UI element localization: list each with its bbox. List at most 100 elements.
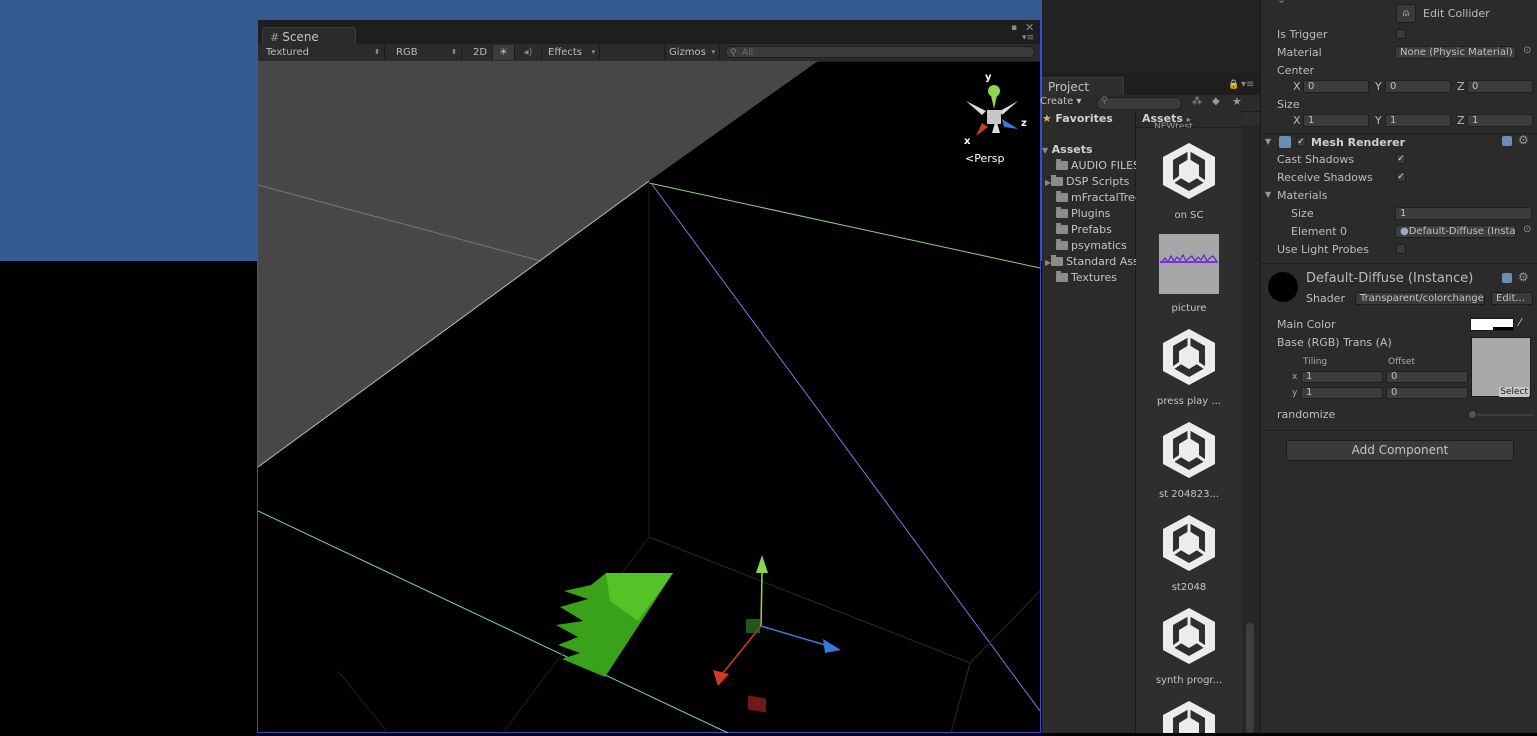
gear-icon[interactable]: ⚙: [1518, 270, 1529, 284]
tiling-x-field[interactable]: 1: [1301, 371, 1383, 383]
asset-item[interactable]: picture: [1149, 234, 1229, 314]
center-z-field[interactable]: 0: [1467, 80, 1533, 93]
lighting-toggle[interactable]: ☀: [493, 45, 515, 60]
unity-scene-icon: [1163, 515, 1215, 571]
plane-handle-xz[interactable]: [748, 695, 766, 713]
favorites-header[interactable]: ★ Favorites: [1042, 111, 1135, 127]
center-x-field[interactable]: 0: [1303, 80, 1369, 93]
asset-item[interactable]: st2048: [1149, 513, 1229, 593]
center-y-value: 0: [1390, 81, 1397, 92]
folder-item[interactable]: ▶Standard Assets: [1042, 254, 1138, 270]
asset-item[interactable]: synth progr...: [1149, 606, 1229, 686]
foldout-arrow-icon[interactable]: ▼: [1265, 137, 1271, 146]
render-mode-dropdown[interactable]: Textured ⬍: [262, 45, 385, 60]
size-y-value: 1: [1390, 115, 1397, 126]
object-picker-icon[interactable]: ⊙: [1523, 45, 1531, 56]
folder-icon: [1051, 175, 1064, 186]
add-component-button[interactable]: Add Component: [1286, 440, 1514, 461]
offset-x-field[interactable]: 0: [1386, 371, 1468, 383]
project-scrollbar[interactable]: [1242, 125, 1260, 733]
scene-tab-bar: # Scene ▪ ✕ ▾≡: [258, 20, 1040, 45]
tiling-x-value: 1: [1306, 371, 1313, 382]
help-book-icon[interactable]: [1502, 273, 1512, 283]
scene-viewport[interactable]: y x z <Persp: [257, 61, 1041, 734]
effects-dropdown[interactable]: Effects ▾: [544, 45, 600, 60]
filter-label-icon[interactable]: ◆: [1212, 96, 1220, 107]
texture-slot[interactable]: Select: [1471, 337, 1531, 397]
x-axis-arrow[interactable]: [713, 670, 729, 686]
folder-item[interactable]: AUDIO FILES: [1042, 158, 1149, 174]
scene-geometry: [257, 61, 1041, 734]
favorite-star-icon[interactable]: ★: [1232, 95, 1242, 108]
orientation-gizmo[interactable]: [966, 85, 1018, 136]
color-mode-dropdown[interactable]: RGB ⬍: [392, 45, 462, 60]
tiling-y-field[interactable]: 1: [1301, 387, 1383, 399]
gizmo-center-cube: [987, 110, 1001, 124]
center-y-field[interactable]: 0: [1385, 80, 1451, 93]
object-picker-icon[interactable]: ⊙: [1523, 224, 1531, 235]
offset-y-field[interactable]: 0: [1386, 387, 1468, 399]
folder-item[interactable]: Prefabs: [1042, 222, 1149, 238]
eyedropper-icon[interactable]: ⁄: [1519, 316, 1521, 329]
materials-size-field[interactable]: 1: [1395, 207, 1532, 220]
randomize-slider-track[interactable]: [1471, 414, 1533, 416]
help-book-icon[interactable]: [1502, 136, 1512, 146]
shader-edit-button[interactable]: Edit...: [1491, 292, 1533, 305]
folder-item[interactable]: mFractalTree: [1042, 190, 1149, 206]
create-dropdown[interactable]: Create ▾: [1040, 96, 1081, 107]
z-axis-arrow[interactable]: [823, 639, 841, 653]
x-axis-line: [722, 625, 762, 674]
asset-item[interactable]: press play ...: [1149, 327, 1229, 407]
shader-dropdown[interactable]: Transparent/colorchange: [1355, 292, 1485, 305]
tab-scene[interactable]: # Scene: [262, 27, 356, 45]
edit-collider-icon: ⍝: [1403, 8, 1409, 19]
edit-collider-label: Edit Collider: [1423, 7, 1490, 20]
size-x-field[interactable]: 1: [1303, 114, 1369, 127]
size-z-field[interactable]: 1: [1467, 114, 1533, 127]
center-x-value: 0: [1308, 81, 1315, 92]
chevron-updown-icon: ⬍: [451, 48, 457, 56]
panel-menu-icon[interactable]: ▾≡: [1022, 33, 1034, 43]
element0-field[interactable]: ●Default-Diffuse (Instance): [1395, 225, 1516, 238]
maximize-icon[interactable]: ▪: [1011, 23, 1017, 33]
texture-select-button[interactable]: Select: [1499, 387, 1529, 397]
main-color-swatch[interactable]: [1470, 318, 1514, 331]
assets-root[interactable]: ▼ Assets: [1042, 142, 1135, 158]
persp-label[interactable]: <Persp: [965, 152, 1004, 165]
y-axis-arrow[interactable]: [756, 555, 768, 573]
audio-toggle[interactable]: ◂): [515, 45, 542, 60]
project-folder-tree: ★ Favorites ▼ Assets AUDIO FILES ▶ DSP Sc…: [1042, 111, 1142, 733]
asset-item[interactable]: on SC: [1149, 141, 1229, 221]
cast-shadows-checkbox[interactable]: ✓: [1396, 154, 1406, 164]
lock-icon[interactable]: 🔒: [1228, 80, 1239, 90]
folder-item[interactable]: ▶ DSP Scripts: [1042, 174, 1138, 190]
randomize-slider-thumb[interactable]: [1468, 410, 1477, 419]
panel-menu-icon[interactable]: ▾≡: [1241, 79, 1254, 90]
asset-item[interactable]: st 204823...: [1149, 420, 1229, 500]
project-search-input[interactable]: ⚲: [1096, 96, 1182, 110]
is-trigger-checkbox[interactable]: [1396, 29, 1406, 39]
filter-type-icon[interactable]: ⁂: [1192, 96, 1202, 107]
asset-item-partial[interactable]: [1149, 699, 1229, 733]
mesh-renderer-enabled-checkbox[interactable]: ✓: [1296, 137, 1306, 147]
folder-item[interactable]: Textures: [1042, 270, 1149, 286]
gizmos-dropdown[interactable]: Gizmos ▾: [664, 45, 720, 60]
use-light-probes-checkbox[interactable]: [1396, 244, 1406, 254]
tab-project[interactable]: Project: [1042, 77, 1124, 95]
scrollbar-thumb[interactable]: [1246, 623, 1254, 733]
foldout-arrow-icon[interactable]: ▼: [1265, 190, 1271, 199]
is-trigger-label: Is Trigger: [1277, 28, 1328, 41]
folder-icon: [1056, 223, 1068, 234]
edit-collider-button[interactable]: ⍝: [1396, 4, 1416, 23]
wall-edge: [648, 182, 1041, 269]
size-y-field[interactable]: 1: [1385, 114, 1451, 127]
folder-item[interactable]: psymatics: [1042, 238, 1149, 254]
plane-handle-xy[interactable]: [746, 619, 760, 633]
physic-material-field[interactable]: None (Physic Material): [1395, 46, 1516, 59]
scene-search-input[interactable]: ⚲ All: [725, 46, 1035, 58]
receive-shadows-checkbox[interactable]: ✓: [1396, 172, 1406, 182]
gizmo-neg-cone: [1000, 101, 1018, 115]
mode-2d-toggle[interactable]: 2D: [469, 45, 493, 60]
folder-item[interactable]: Plugins: [1042, 206, 1149, 222]
gear-icon[interactable]: ⚙: [1518, 133, 1529, 147]
